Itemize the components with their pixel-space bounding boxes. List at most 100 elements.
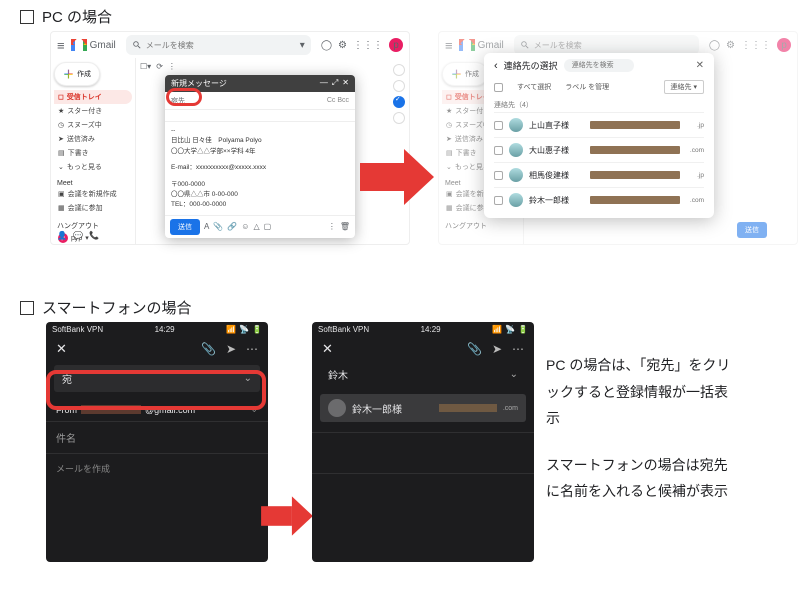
link-icon[interactable]: 🔗 xyxy=(227,222,237,231)
contact-row[interactable]: 大山惠子様 .com xyxy=(494,137,704,162)
keep-icon[interactable] xyxy=(393,80,405,92)
wifi-icon: 📡 xyxy=(505,325,515,334)
format-icon[interactable]: A xyxy=(204,222,209,231)
status-time: 14:29 xyxy=(155,325,175,334)
apps-icon[interactable]: ⋮⋮⋮ xyxy=(741,40,771,51)
person-icon[interactable]: 👤 xyxy=(57,231,67,240)
contact-row[interactable]: 相馬俊建様 .jp xyxy=(494,162,704,187)
contact-domain: .com xyxy=(686,197,704,204)
suggestion-domain: .com xyxy=(503,405,518,412)
phone-to-input[interactable]: 鈴木 ⌄ xyxy=(320,361,526,388)
avatar-icon xyxy=(328,399,346,417)
redacted-email xyxy=(590,171,680,179)
send-button[interactable]: 送信 xyxy=(170,219,200,235)
contact-row[interactable]: 鈴木一郎様 .com xyxy=(494,187,704,212)
sidebar-item-more[interactable]: ⌄ もっと見る xyxy=(54,160,132,174)
calendar-icon[interactable] xyxy=(393,64,405,76)
drive-icon[interactable]: △ xyxy=(253,222,259,231)
image-icon[interactable]: ▢ xyxy=(264,222,272,231)
sidebar-item-sent[interactable]: ➤ 送信済み xyxy=(54,132,132,146)
phone-icon[interactable]: 📞 xyxy=(89,231,99,240)
to-input[interactable] xyxy=(187,97,325,104)
back-icon[interactable]: ‹ xyxy=(494,60,498,72)
sidebar-item-starred[interactable]: ★ スター付き xyxy=(54,104,132,118)
phone-to-input[interactable]: 宛 ⌄ xyxy=(54,365,260,392)
row-checkbox[interactable] xyxy=(494,121,503,130)
attach-icon[interactable]: 📎 xyxy=(213,222,223,231)
search-field[interactable] xyxy=(534,41,693,50)
minimize-icon[interactable]: — xyxy=(320,78,328,89)
search-input[interactable] xyxy=(514,35,699,55)
meet-join[interactable]: ▦ 会議に参加 xyxy=(54,201,132,215)
contact-search-input[interactable] xyxy=(564,59,634,72)
tasks-icon[interactable] xyxy=(393,96,405,108)
to-label: 宛先 xyxy=(171,96,185,106)
hamburger-icon[interactable]: ≡ xyxy=(57,38,65,53)
help-icon[interactable]: ◯ xyxy=(321,40,332,51)
send-icon[interactable]: ➤ xyxy=(492,342,502,356)
contacts-icon[interactable] xyxy=(393,112,405,124)
more-icon[interactable]: ⋮ xyxy=(168,62,176,71)
search-field[interactable] xyxy=(146,41,296,50)
avatar[interactable]: p xyxy=(777,38,791,52)
select-all-checkbox[interactable] xyxy=(494,83,503,92)
avatar[interactable]: p xyxy=(389,38,403,52)
cancel-icon[interactable]: ✕ xyxy=(322,341,333,357)
row-checkbox[interactable] xyxy=(494,196,503,205)
sidebar-item-drafts[interactable]: ▤ 下書き xyxy=(54,146,132,160)
sidebar-item-inbox[interactable]: ◻ 受信トレイ xyxy=(54,90,132,104)
emoji-icon[interactable]: ☺ xyxy=(241,222,249,231)
pc-heading-label: PC の場合 xyxy=(42,6,112,27)
meet-new[interactable]: ▣ 会議を新規作成 xyxy=(54,187,132,201)
trash-icon[interactable]: 🗑 xyxy=(340,222,350,231)
chat-icon[interactable]: 💬 xyxy=(73,231,83,240)
compose-button[interactable]: ＋作成 xyxy=(442,62,488,86)
phone-from-row[interactable]: From @gmail.com ⌄ xyxy=(46,398,268,422)
wifi-icon: 📡 xyxy=(239,325,249,334)
compose-body[interactable]: -- 日比山 日々佳 Polyama Polyo 〇〇大学△△学部××学科 4年… xyxy=(165,122,355,215)
kind-select[interactable]: 連絡先 ▾ xyxy=(664,80,704,94)
signature-addr: 〇〇県△△市 0-00-000 xyxy=(171,190,349,200)
search-input[interactable]: ▾ xyxy=(126,35,311,55)
apps-icon[interactable]: ⋮⋮⋮ xyxy=(353,40,383,51)
dropdown-icon[interactable]: ▾ xyxy=(300,40,305,51)
sidebar-item-label: スヌーズ中 xyxy=(67,120,102,130)
settings-icon[interactable]: ⚙ xyxy=(726,40,735,51)
battery-icon: 🔋 xyxy=(518,325,528,334)
suggestion-row[interactable]: 鈴木一郎様 .com xyxy=(320,394,526,422)
settings-icon[interactable]: ⚙ xyxy=(338,40,347,51)
chevron-down-icon[interactable]: ⌄ xyxy=(244,373,252,384)
chevron-down-icon[interactable]: ⌄ xyxy=(250,404,258,415)
send-button-bg[interactable]: 送信 xyxy=(737,222,767,238)
chevron-down-icon[interactable]: ⌄ xyxy=(510,369,518,380)
more-compose-icon[interactable]: ⋮ xyxy=(328,222,336,231)
cc-bcc-link[interactable]: Cc Bcc xyxy=(327,97,349,104)
signature-name: 日比山 日々佳 Polyama Polyo xyxy=(171,136,349,146)
phone-subject[interactable]: 件名 xyxy=(46,422,268,454)
expand-icon[interactable]: ⤢ xyxy=(332,78,338,89)
attach-icon[interactable]: 📎 xyxy=(467,342,482,356)
sidebar-item-snoozed[interactable]: ◷ スヌーズ中 xyxy=(54,118,132,132)
gmail-m-icon xyxy=(459,39,475,51)
more-icon[interactable]: ⋯ xyxy=(512,342,524,356)
compose-button[interactable]: ＋ 作成 xyxy=(54,62,100,86)
send-icon[interactable]: ➤ xyxy=(226,342,236,356)
phone-body[interactable]: メールを作成 xyxy=(46,454,268,483)
compose-to-row[interactable]: 宛先 Cc Bcc xyxy=(165,92,355,110)
select-all-icon[interactable]: ☐▾ xyxy=(140,62,151,71)
row-checkbox[interactable] xyxy=(494,146,503,155)
manage-label[interactable]: ラベル を管理 xyxy=(565,82,609,92)
status-bar: SoftBank VPN 14:29 📶📡🔋 xyxy=(312,322,534,337)
refresh-icon[interactable]: ⟳ xyxy=(156,62,163,71)
cancel-icon[interactable]: ✕ xyxy=(56,341,67,357)
contact-domain: .jp xyxy=(686,172,704,179)
checkbox-icon xyxy=(20,301,34,315)
more-icon[interactable]: ⋯ xyxy=(246,342,258,356)
help-icon[interactable]: ◯ xyxy=(709,40,720,51)
attach-icon[interactable]: 📎 xyxy=(201,342,216,356)
hamburger-icon[interactable]: ≡ xyxy=(445,38,453,53)
close-icon[interactable]: ✕ xyxy=(696,60,704,71)
contact-row[interactable]: 上山直子様 .jp xyxy=(494,112,704,137)
close-icon[interactable]: ✕ xyxy=(342,78,349,89)
row-checkbox[interactable] xyxy=(494,171,503,180)
